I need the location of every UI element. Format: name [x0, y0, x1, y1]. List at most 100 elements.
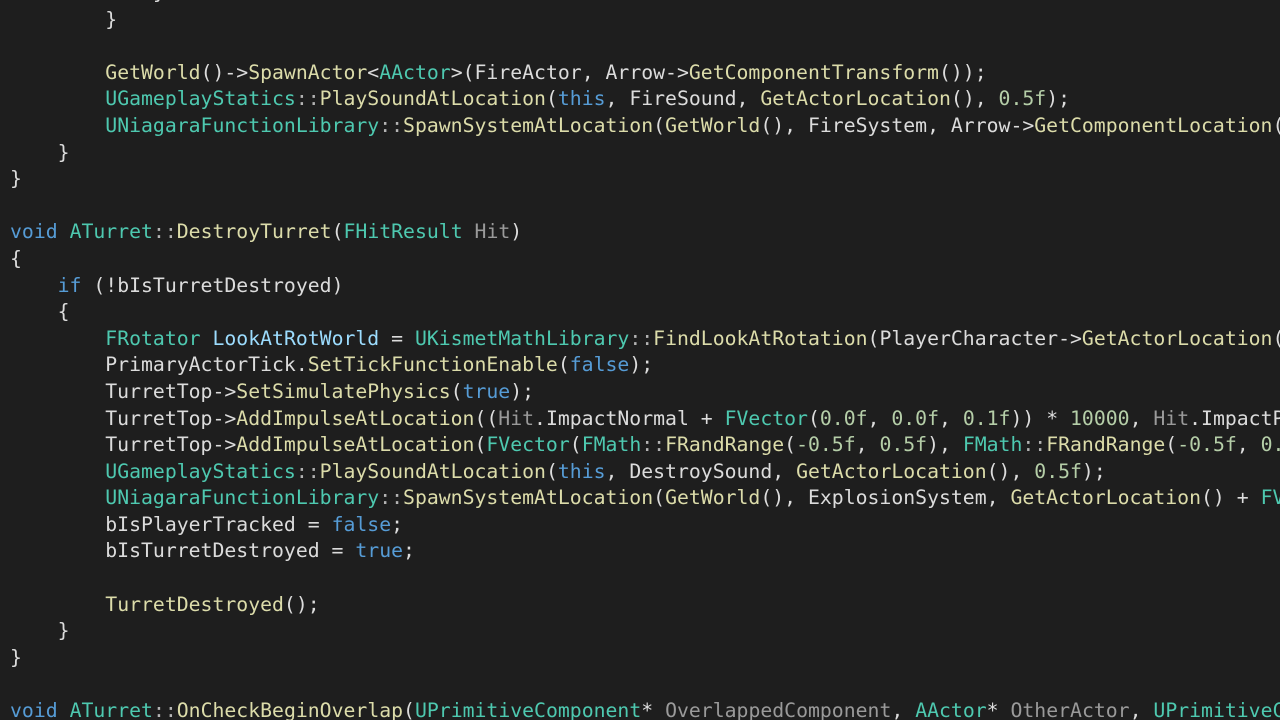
code-token: :: — [629, 326, 654, 350]
code-line[interactable]: TurretDestroyed(); — [10, 592, 1280, 619]
code-line[interactable]: } — [10, 166, 1280, 193]
code-line[interactable]: UNiagaraFunctionLibrary::SpawnSystemAtLo… — [10, 113, 1280, 140]
code-token: Hit — [474, 220, 511, 244]
code-token: , — [1129, 699, 1154, 720]
code-token: = — [379, 326, 415, 350]
code-token: FHitResult — [343, 220, 463, 244]
code-line[interactable]: UNiagaraFunctionLibrary::SpawnSystemAtLo… — [10, 485, 1280, 512]
code-token: ( — [545, 87, 558, 111]
code-token: -0.5f — [1177, 433, 1237, 457]
code-line[interactable]: if (!bIsTurretDestroyed) — [10, 273, 1280, 300]
code-token: FV — [1260, 486, 1280, 510]
code-line[interactable]: PrimaryActorTick.SetTickFunctionEnable(f… — [10, 352, 1280, 379]
code-token: SetSimulatePhysics — [236, 379, 451, 403]
code-token: :: — [295, 459, 320, 483]
code-line[interactable]: UGameplayStatics::PlaySoundAtLocation(th… — [10, 459, 1280, 486]
code-token: TurretDestroyed — [105, 592, 284, 616]
code-token: this — [557, 459, 606, 483]
code-token: ( — [474, 433, 487, 457]
code-line[interactable]: { — [10, 246, 1280, 273]
code-line[interactable]: { — [10, 299, 1280, 326]
code-token: (), — [950, 87, 999, 111]
code-token: AddImpulseAtLocation — [236, 406, 475, 430]
code-token: 0.5f — [1034, 459, 1082, 483]
code-token: ( — [653, 486, 666, 510]
code-token: FindLookAtRotation — [653, 326, 868, 350]
code-token: Hit — [1153, 406, 1190, 430]
code-editor[interactable]: } } GetWorld()->SpawnActor<AActor>(FireA… — [0, 0, 1280, 720]
code-token: .ImpactP — [1189, 406, 1280, 430]
code-line[interactable] — [10, 565, 1280, 592]
code-token: ( — [331, 220, 344, 244]
code-token: TurretTop-> — [10, 433, 237, 457]
code-line[interactable]: } — [10, 618, 1280, 645]
code-token: FVector — [486, 433, 570, 457]
code-token: -0.5f — [796, 433, 856, 457]
code-token: , — [1129, 406, 1154, 430]
code-token: ; — [391, 512, 404, 536]
code-line[interactable]: } — [10, 140, 1280, 167]
code-token: TurretTop-> — [10, 406, 237, 430]
code-line[interactable]: FRotator LookAtRotWorld = UKismetMathLib… — [10, 326, 1280, 353]
code-token: this — [557, 87, 606, 111]
code-line[interactable]: } — [10, 0, 1280, 7]
code-token: () + — [1201, 486, 1261, 510]
code-token: AActor — [915, 699, 987, 720]
code-token: SetTickFunctionEnable — [307, 353, 558, 377]
code-line[interactable]: TurretTop->AddImpulseAtLocation(FVector(… — [10, 432, 1280, 459]
code-token: PlaySoundAtLocation — [319, 87, 546, 111]
code-line[interactable]: TurretTop->AddImpulseAtLocation((Hit.Imp… — [10, 406, 1280, 433]
code-token: ( — [784, 433, 797, 457]
code-token: GetComponentTransform — [688, 60, 939, 84]
code-token: void — [10, 220, 58, 244]
code-token: void — [10, 699, 58, 720]
code-token: , — [1236, 433, 1261, 457]
code-token: (!bIsTurretDestroyed) — [81, 273, 344, 297]
code-token: } — [10, 7, 118, 31]
code-token: 0.0f — [819, 406, 868, 430]
code-token: ( — [450, 379, 463, 403]
code-token: ( — [403, 699, 415, 720]
code-line[interactable]: } — [10, 645, 1280, 672]
code-token: , FireSound, — [605, 87, 761, 111]
code-token: ( — [807, 406, 820, 430]
code-token: GetActorLocation — [760, 87, 951, 111]
code-token: ); — [1081, 459, 1106, 483]
code-token: if — [57, 273, 82, 297]
code-token: ( — [1165, 433, 1178, 457]
code-line[interactable]: void ATurret::DestroyTurret(FHitResult H… — [10, 219, 1280, 246]
code-token: ( — [569, 433, 582, 457]
code-line[interactable]: TurretTop->SetSimulatePhysics(true); — [10, 379, 1280, 406]
code-token: >(FireActor, Arrow-> — [450, 60, 689, 84]
code-line[interactable]: GetWorld()->SpawnActor<AActor>(FireActor… — [10, 60, 1280, 87]
code-line[interactable] — [10, 193, 1280, 220]
code-token: ATurret — [69, 699, 153, 720]
code-token: { — [10, 300, 70, 324]
code-line[interactable] — [10, 33, 1280, 60]
code-token: false — [331, 512, 392, 536]
code-token: :: — [152, 220, 177, 244]
code-line[interactable]: bIsPlayerTracked = false; — [10, 512, 1280, 539]
code-line[interactable]: } — [10, 7, 1280, 34]
code-line[interactable]: void ATurret::OnCheckBeginOverlap(UPrimi… — [10, 698, 1280, 720]
code-token: ( — [1272, 114, 1280, 137]
code-line[interactable]: bIsTurretDestroyed = true; — [10, 538, 1280, 565]
code-token: * — [986, 699, 1011, 720]
code-token: } — [10, 140, 70, 164]
code-token: true — [462, 379, 511, 403]
code-line[interactable] — [10, 671, 1280, 698]
code-token: , — [855, 433, 880, 457]
code-token: GetWorld — [665, 113, 761, 137]
code-line[interactable]: UGameplayStatics::PlaySoundAtLocation(th… — [10, 86, 1280, 113]
code-token: ()); — [938, 60, 987, 84]
code-token: 0.5f — [879, 433, 928, 457]
